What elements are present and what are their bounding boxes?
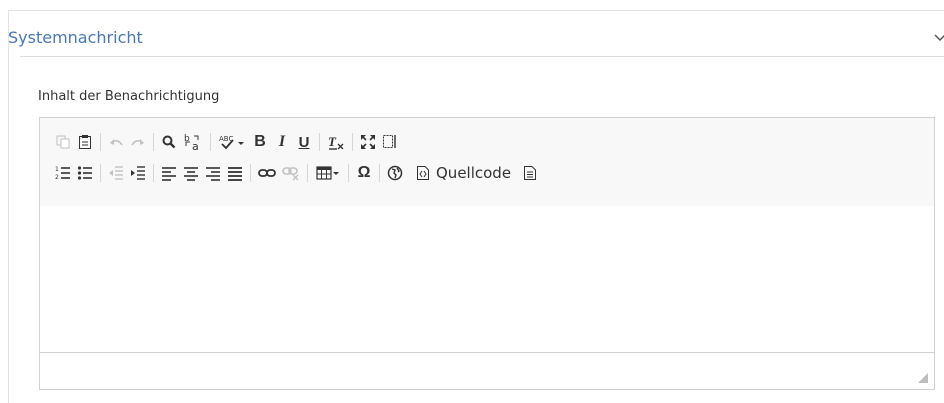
italic-button[interactable]: I [271, 130, 293, 154]
toolbar-separator [210, 133, 211, 151]
editor-content-area[interactable] [40, 206, 934, 354]
special-char-button[interactable]: Ω [353, 161, 375, 185]
toolbar-separator [100, 133, 101, 151]
header-divider [20, 56, 944, 57]
svg-text:1: 1 [55, 166, 59, 173]
chevron-down-icon[interactable] [933, 32, 944, 44]
globe-icon[interactable] [384, 161, 406, 185]
spellcheck-icon[interactable]: ABC [215, 130, 249, 154]
underline-button[interactable]: U [293, 130, 315, 154]
toolbar-row-1: ba ABC B I U T [52, 128, 401, 156]
toolbar-separator [352, 133, 353, 151]
svg-text:T: T [328, 134, 337, 149]
toolbar-separator [348, 164, 349, 182]
table-icon[interactable] [312, 161, 344, 185]
search-icon[interactable] [158, 130, 180, 154]
source-code-icon [417, 166, 429, 180]
field-label: Inhalt der Benachrichtigung [38, 89, 220, 104]
svg-text:2: 2 [55, 174, 59, 181]
toolbar-separator [153, 133, 154, 151]
numbered-list-icon[interactable]: 12 [52, 161, 74, 185]
toolbar-separator [153, 164, 154, 182]
source-button-label: Quellcode [436, 164, 512, 182]
outdent-icon[interactable] [105, 161, 127, 185]
paste-icon[interactable] [74, 130, 96, 154]
remove-format-icon[interactable]: T [324, 130, 348, 154]
toolbar-separator [307, 164, 308, 182]
panel-header[interactable]: Systemnachricht [8, 10, 944, 56]
link-icon[interactable] [255, 161, 279, 185]
document-icon[interactable] [519, 161, 541, 185]
maximize-icon[interactable] [357, 130, 379, 154]
resize-handle-icon[interactable] [918, 373, 928, 383]
editor-toolbar: ba ABC B I U T 12 Ω Quellcode [40, 118, 934, 207]
source-button[interactable]: Quellcode [412, 161, 515, 185]
bold-button[interactable]: B [249, 130, 271, 154]
toolbar-separator [100, 164, 101, 182]
panel-left-border [8, 10, 9, 403]
bullet-list-icon[interactable] [74, 161, 96, 185]
unlink-icon[interactable] [279, 161, 303, 185]
indent-icon[interactable] [127, 161, 149, 185]
toolbar-separator [319, 133, 320, 151]
copy-icon[interactable] [52, 130, 74, 154]
panel-title: Systemnachricht [8, 28, 143, 47]
redo-icon[interactable] [127, 130, 149, 154]
rich-text-editor: ba ABC B I U T 12 Ω Quellcode [39, 117, 935, 390]
replace-icon[interactable]: ba [180, 130, 206, 154]
editor-status-bar [40, 352, 934, 389]
undo-icon[interactable] [105, 130, 127, 154]
align-right-icon[interactable] [202, 161, 224, 185]
align-center-icon[interactable] [180, 161, 202, 185]
toolbar-separator [379, 164, 380, 182]
show-blocks-icon[interactable] [379, 130, 401, 154]
align-justify-icon[interactable] [224, 161, 246, 185]
toolbar-row-2: 12 Ω Quellcode [52, 159, 541, 187]
toolbar-separator [250, 164, 251, 182]
align-left-icon[interactable] [158, 161, 180, 185]
svg-text:a: a [192, 140, 199, 151]
